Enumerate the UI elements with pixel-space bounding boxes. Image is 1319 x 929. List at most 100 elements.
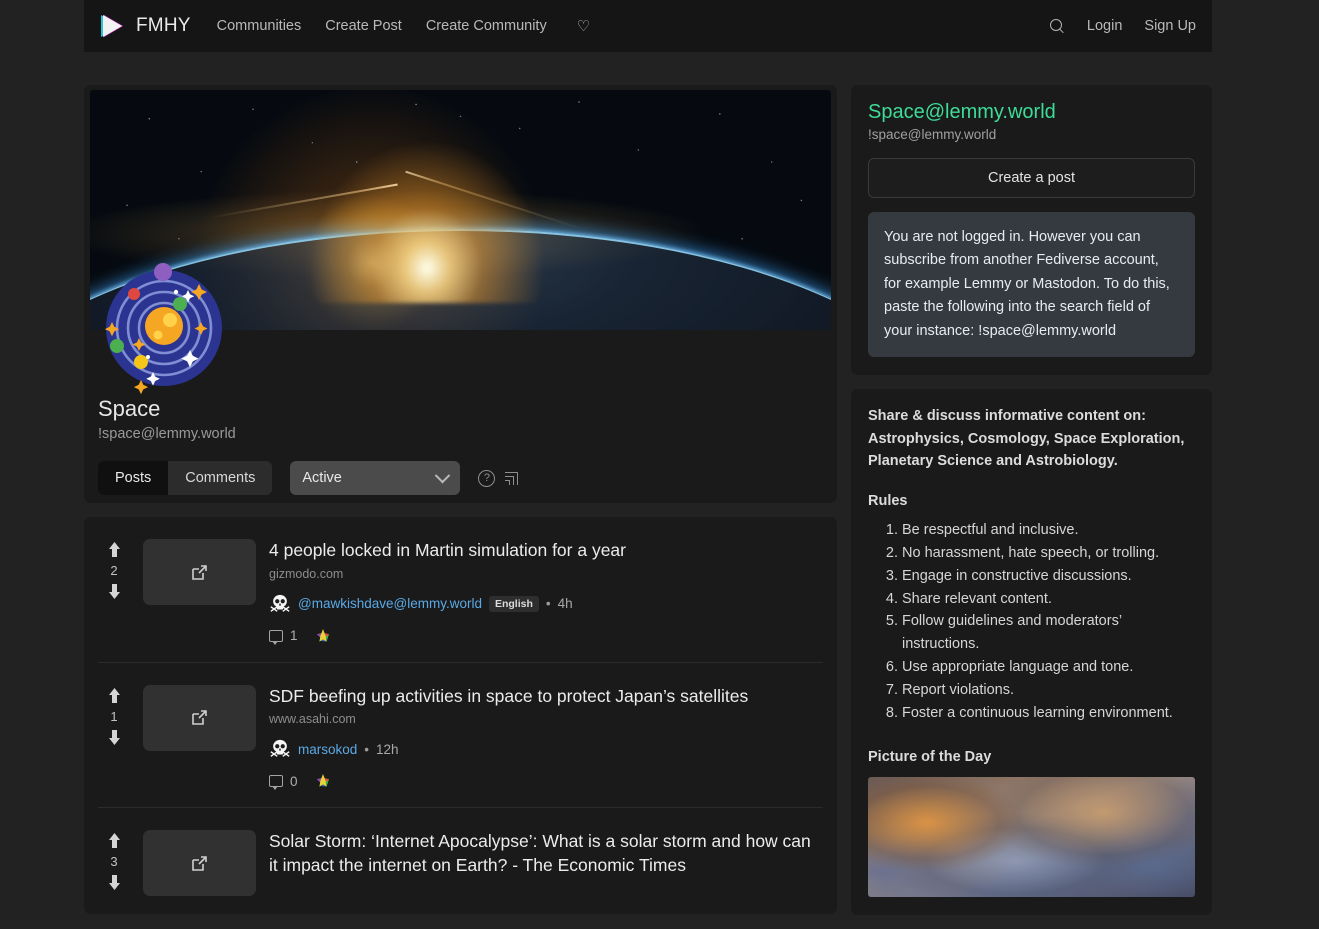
community-header-card: Space !space@lemmy.world Posts Comments … xyxy=(84,85,837,503)
meta-separator: • xyxy=(545,596,551,612)
play-triangle-logo-icon xyxy=(98,12,126,40)
community-info-card: Share & discuss informative content on: … xyxy=(851,389,1212,915)
nav-link-communities[interactable]: Communities xyxy=(217,18,302,34)
community-avatar[interactable] xyxy=(98,262,230,395)
top-navbar: FMHY Communities Create Post Create Comm… xyxy=(84,0,1212,52)
post-body: 4 people locked in Martin simulation for… xyxy=(269,539,823,645)
post-author[interactable]: marsokod xyxy=(298,742,357,757)
banner-sun-glow xyxy=(312,142,543,303)
not-logged-in-notice: You are not logged in. However you can s… xyxy=(868,212,1195,358)
heart-icon[interactable]: ♡ xyxy=(577,17,590,35)
rule-item: Share relevant content. xyxy=(902,588,1195,611)
nav-link-create-post[interactable]: Create Post xyxy=(325,18,402,34)
tab-posts[interactable]: Posts xyxy=(98,461,169,495)
skull-crossbones-avatar-icon[interactable] xyxy=(269,593,291,615)
picture-of-the-day-image[interactable] xyxy=(868,776,1195,897)
arrow-down-icon[interactable] xyxy=(107,874,122,891)
sort-select[interactable]: Active xyxy=(290,461,461,495)
post-url[interactable]: gizmodo.com xyxy=(269,567,823,581)
vote-controls: 2 xyxy=(98,539,130,644)
sort-select-value: Active xyxy=(302,470,342,486)
post-score: 3 xyxy=(110,854,118,870)
post-meta: @mawkishdave@lemmy.world English • 4h xyxy=(269,593,823,615)
rules-list: Be respectful and inclusive. No harassme… xyxy=(868,519,1195,725)
nav-right-group: Login Sign Up xyxy=(1049,18,1196,34)
toolbar-icon-buttons: ? xyxy=(478,469,519,487)
skull-crossbones-avatar-icon[interactable] xyxy=(269,738,291,760)
posts-comments-tabs: Posts Comments xyxy=(98,461,273,495)
sidebar-community-title[interactable]: Space@lemmy.world xyxy=(868,101,1195,124)
external-link-icon xyxy=(192,564,207,580)
nav-link-create-community[interactable]: Create Community xyxy=(426,18,547,34)
post-score: 1 xyxy=(110,708,118,724)
page-body: Space !space@lemmy.world Posts Comments … xyxy=(84,52,1212,915)
arrow-up-icon[interactable] xyxy=(107,541,122,558)
post-author[interactable]: @mawkishdave@lemmy.world xyxy=(298,596,482,611)
post-meta: marsokod • 12h xyxy=(269,738,823,760)
create-post-button[interactable]: Create a post xyxy=(868,158,1195,198)
comment-icon xyxy=(269,775,283,791)
community-meta: Space !space@lemmy.world xyxy=(84,396,837,442)
post-body: Solar Storm: ‘Internet Apocalypse’: What… xyxy=(269,830,823,896)
post-actions: 1 xyxy=(269,628,823,645)
community-title: Space xyxy=(98,396,161,421)
rule-item: Foster a continuous learning environment… xyxy=(902,702,1195,725)
rule-item: No harassment, hate speech, or trolling. xyxy=(902,542,1195,565)
post-age: 12h xyxy=(376,741,399,757)
brand-name: FMHY xyxy=(136,15,191,36)
arrow-down-icon[interactable] xyxy=(107,729,122,746)
main-column: Space !space@lemmy.world Posts Comments … xyxy=(84,85,837,915)
post-title[interactable]: Solar Storm: ‘Internet Apocalypse’: What… xyxy=(269,830,823,877)
community-description: Share & discuss informative content on: … xyxy=(868,408,1185,470)
community-subscribe-card: Space@lemmy.world !space@lemmy.world Cre… xyxy=(851,85,1212,376)
solar-system-avatar-icon xyxy=(104,263,222,395)
arrow-up-icon[interactable] xyxy=(107,687,122,704)
meta-separator: • xyxy=(364,741,370,757)
post-comments-button[interactable]: 1 xyxy=(269,628,298,645)
sidebar: Space@lemmy.world !space@lemmy.world Cre… xyxy=(851,85,1212,929)
question-circle-icon[interactable]: ? xyxy=(478,469,496,487)
post-score: 2 xyxy=(110,563,118,578)
rss-icon[interactable] xyxy=(504,471,519,486)
post-comment-count: 0 xyxy=(290,773,298,789)
fediverse-star-icon[interactable] xyxy=(315,628,331,644)
post-url[interactable]: www.asahi.com xyxy=(269,712,823,726)
post-item: 3 Solar Storm: ‘Internet Apocalypse’: Wh… xyxy=(98,808,823,914)
rule-item: Be respectful and inclusive. xyxy=(902,519,1195,542)
signup-button[interactable]: Sign Up xyxy=(1144,18,1196,34)
sidebar-community-handle: !space@lemmy.world xyxy=(868,127,997,142)
arrow-down-icon[interactable] xyxy=(107,583,122,600)
post-title[interactable]: SDF beefing up activities in space to pr… xyxy=(269,685,823,709)
post-thumbnail[interactable] xyxy=(143,830,256,897)
rule-item: Report violations. xyxy=(902,679,1195,702)
picture-of-the-day-heading: Picture of the Day xyxy=(868,748,992,765)
post-comment-count: 1 xyxy=(290,628,298,644)
tab-comments[interactable]: Comments xyxy=(168,461,273,495)
community-handle: !space@lemmy.world xyxy=(98,426,236,442)
comment-icon xyxy=(269,629,283,645)
search-icon[interactable] xyxy=(1049,18,1065,34)
post-age: 4h xyxy=(557,596,573,612)
fediverse-star-icon[interactable] xyxy=(315,773,331,789)
external-link-icon xyxy=(192,855,207,871)
rule-item: Use appropriate language and tone. xyxy=(902,656,1195,679)
post-actions: 0 xyxy=(269,773,823,791)
login-button[interactable]: Login xyxy=(1087,18,1122,34)
arrow-up-icon[interactable] xyxy=(107,832,122,849)
chevron-down-icon xyxy=(435,467,451,483)
brand-home-link[interactable]: FMHY xyxy=(98,12,191,40)
nav-links: Communities Create Post Create Community… xyxy=(217,17,591,35)
post-title[interactable]: 4 people locked in Martin simulation for… xyxy=(269,539,823,563)
community-toolbar: Posts Comments Active ? xyxy=(84,461,837,495)
post-body: SDF beefing up activities in space to pr… xyxy=(269,685,823,791)
post-list: 2 4 people locked in Martin simulation f… xyxy=(84,517,837,915)
post-comments-button[interactable]: 0 xyxy=(269,773,298,791)
post-item: 1 SDF beefing up activities in space to … xyxy=(98,663,823,809)
vote-controls: 3 xyxy=(98,830,130,896)
external-link-icon xyxy=(192,710,207,725)
post-thumbnail[interactable] xyxy=(143,684,256,751)
rules-heading: Rules xyxy=(868,492,908,509)
post-thumbnail[interactable] xyxy=(143,539,256,605)
rule-item: Follow guidelines and moderators’ instru… xyxy=(902,610,1195,656)
rule-item: Engage in constructive discussions. xyxy=(902,565,1195,588)
